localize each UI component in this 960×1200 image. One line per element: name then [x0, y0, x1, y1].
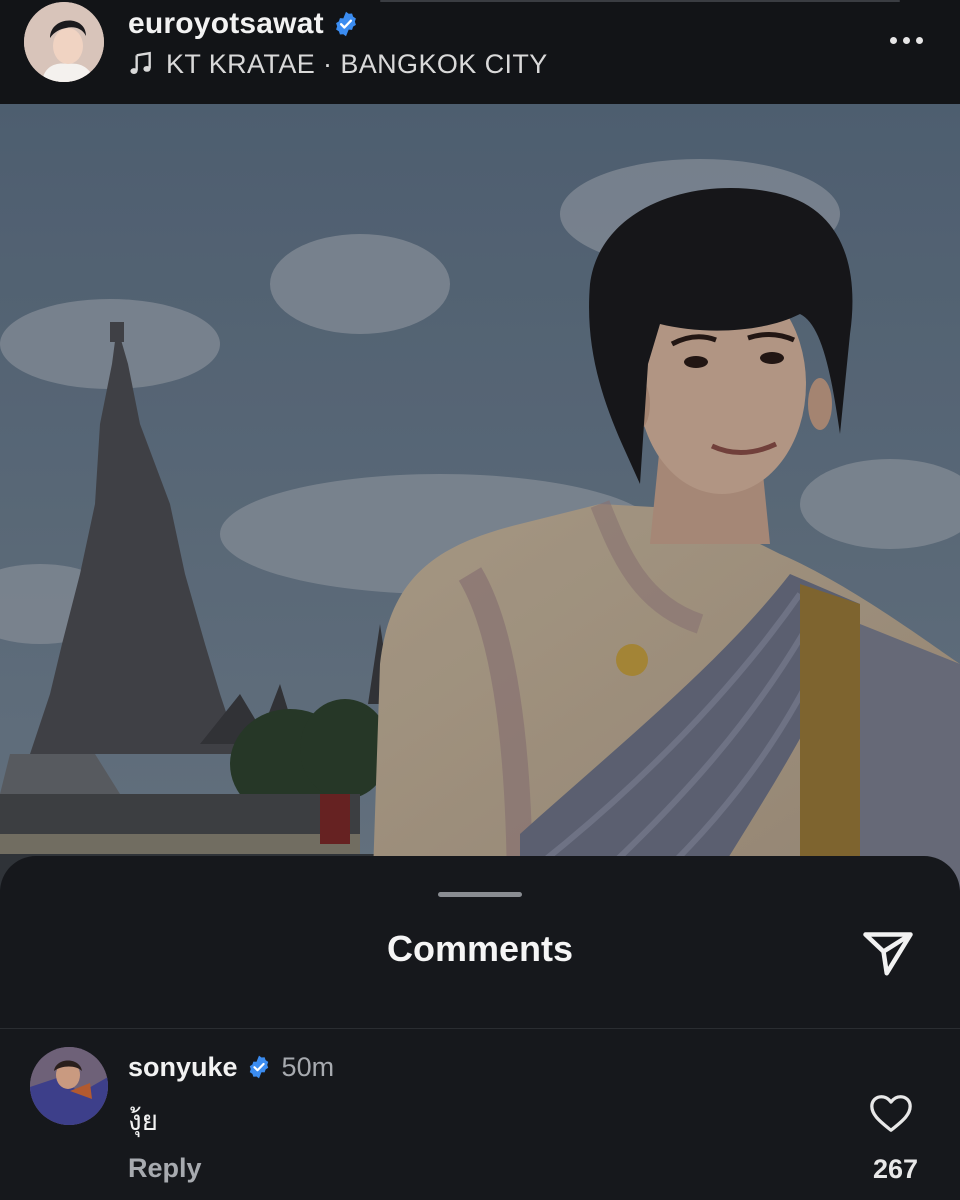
- comments-sheet: Comments sonyuke 50m งุ้ย Reply 267: [0, 856, 960, 1200]
- more-horizontal-icon: [889, 36, 897, 44]
- like-count: 267: [872, 1154, 918, 1184]
- comment-username[interactable]: sonyuke: [128, 1052, 238, 1083]
- more-horizontal-icon: [915, 36, 923, 44]
- like-comment-button[interactable]: [868, 1091, 914, 1135]
- music-location-row[interactable]: KT KRATAE · BANGKOK CITY: [128, 46, 548, 82]
- more-options-button[interactable]: [880, 22, 932, 58]
- send-icon: [863, 932, 913, 976]
- comment-item: sonyuke 50m งุ้ย Reply 267: [0, 1029, 960, 1200]
- comments-title: Comments: [386, 928, 574, 969]
- commenter-avatar-image: [30, 1047, 108, 1125]
- commenter-avatar[interactable]: [30, 1047, 108, 1125]
- music-location-text: KT KRATAE · BANGKOK CITY: [166, 48, 548, 79]
- verified-badge-icon: [335, 11, 356, 37]
- comment-timestamp: 50m: [281, 1051, 335, 1082]
- verified-badge-icon: [249, 1055, 268, 1079]
- post-photo[interactable]: [0, 104, 960, 904]
- post-photo-image: [0, 104, 960, 904]
- reply-button[interactable]: Reply: [128, 1153, 202, 1184]
- comment-text: งุ้ย: [128, 1104, 159, 1137]
- author-username[interactable]: euroyotsawat: [128, 7, 324, 41]
- more-horizontal-icon: [902, 36, 910, 44]
- post-header: euroyotsawat KT KRATAE · BANGKOK CITY: [0, 0, 960, 105]
- author-avatar-image: [24, 2, 104, 82]
- send-button[interactable]: [858, 922, 918, 982]
- music-note-icon: [130, 51, 151, 74]
- author-row: euroyotsawat: [128, 4, 360, 44]
- top-divider: [380, 0, 900, 2]
- author-avatar[interactable]: [24, 2, 104, 82]
- comment-author-row: sonyuke 50m: [128, 1049, 334, 1085]
- heart-icon: [870, 1095, 912, 1132]
- sheet-drag-handle[interactable]: [438, 892, 522, 897]
